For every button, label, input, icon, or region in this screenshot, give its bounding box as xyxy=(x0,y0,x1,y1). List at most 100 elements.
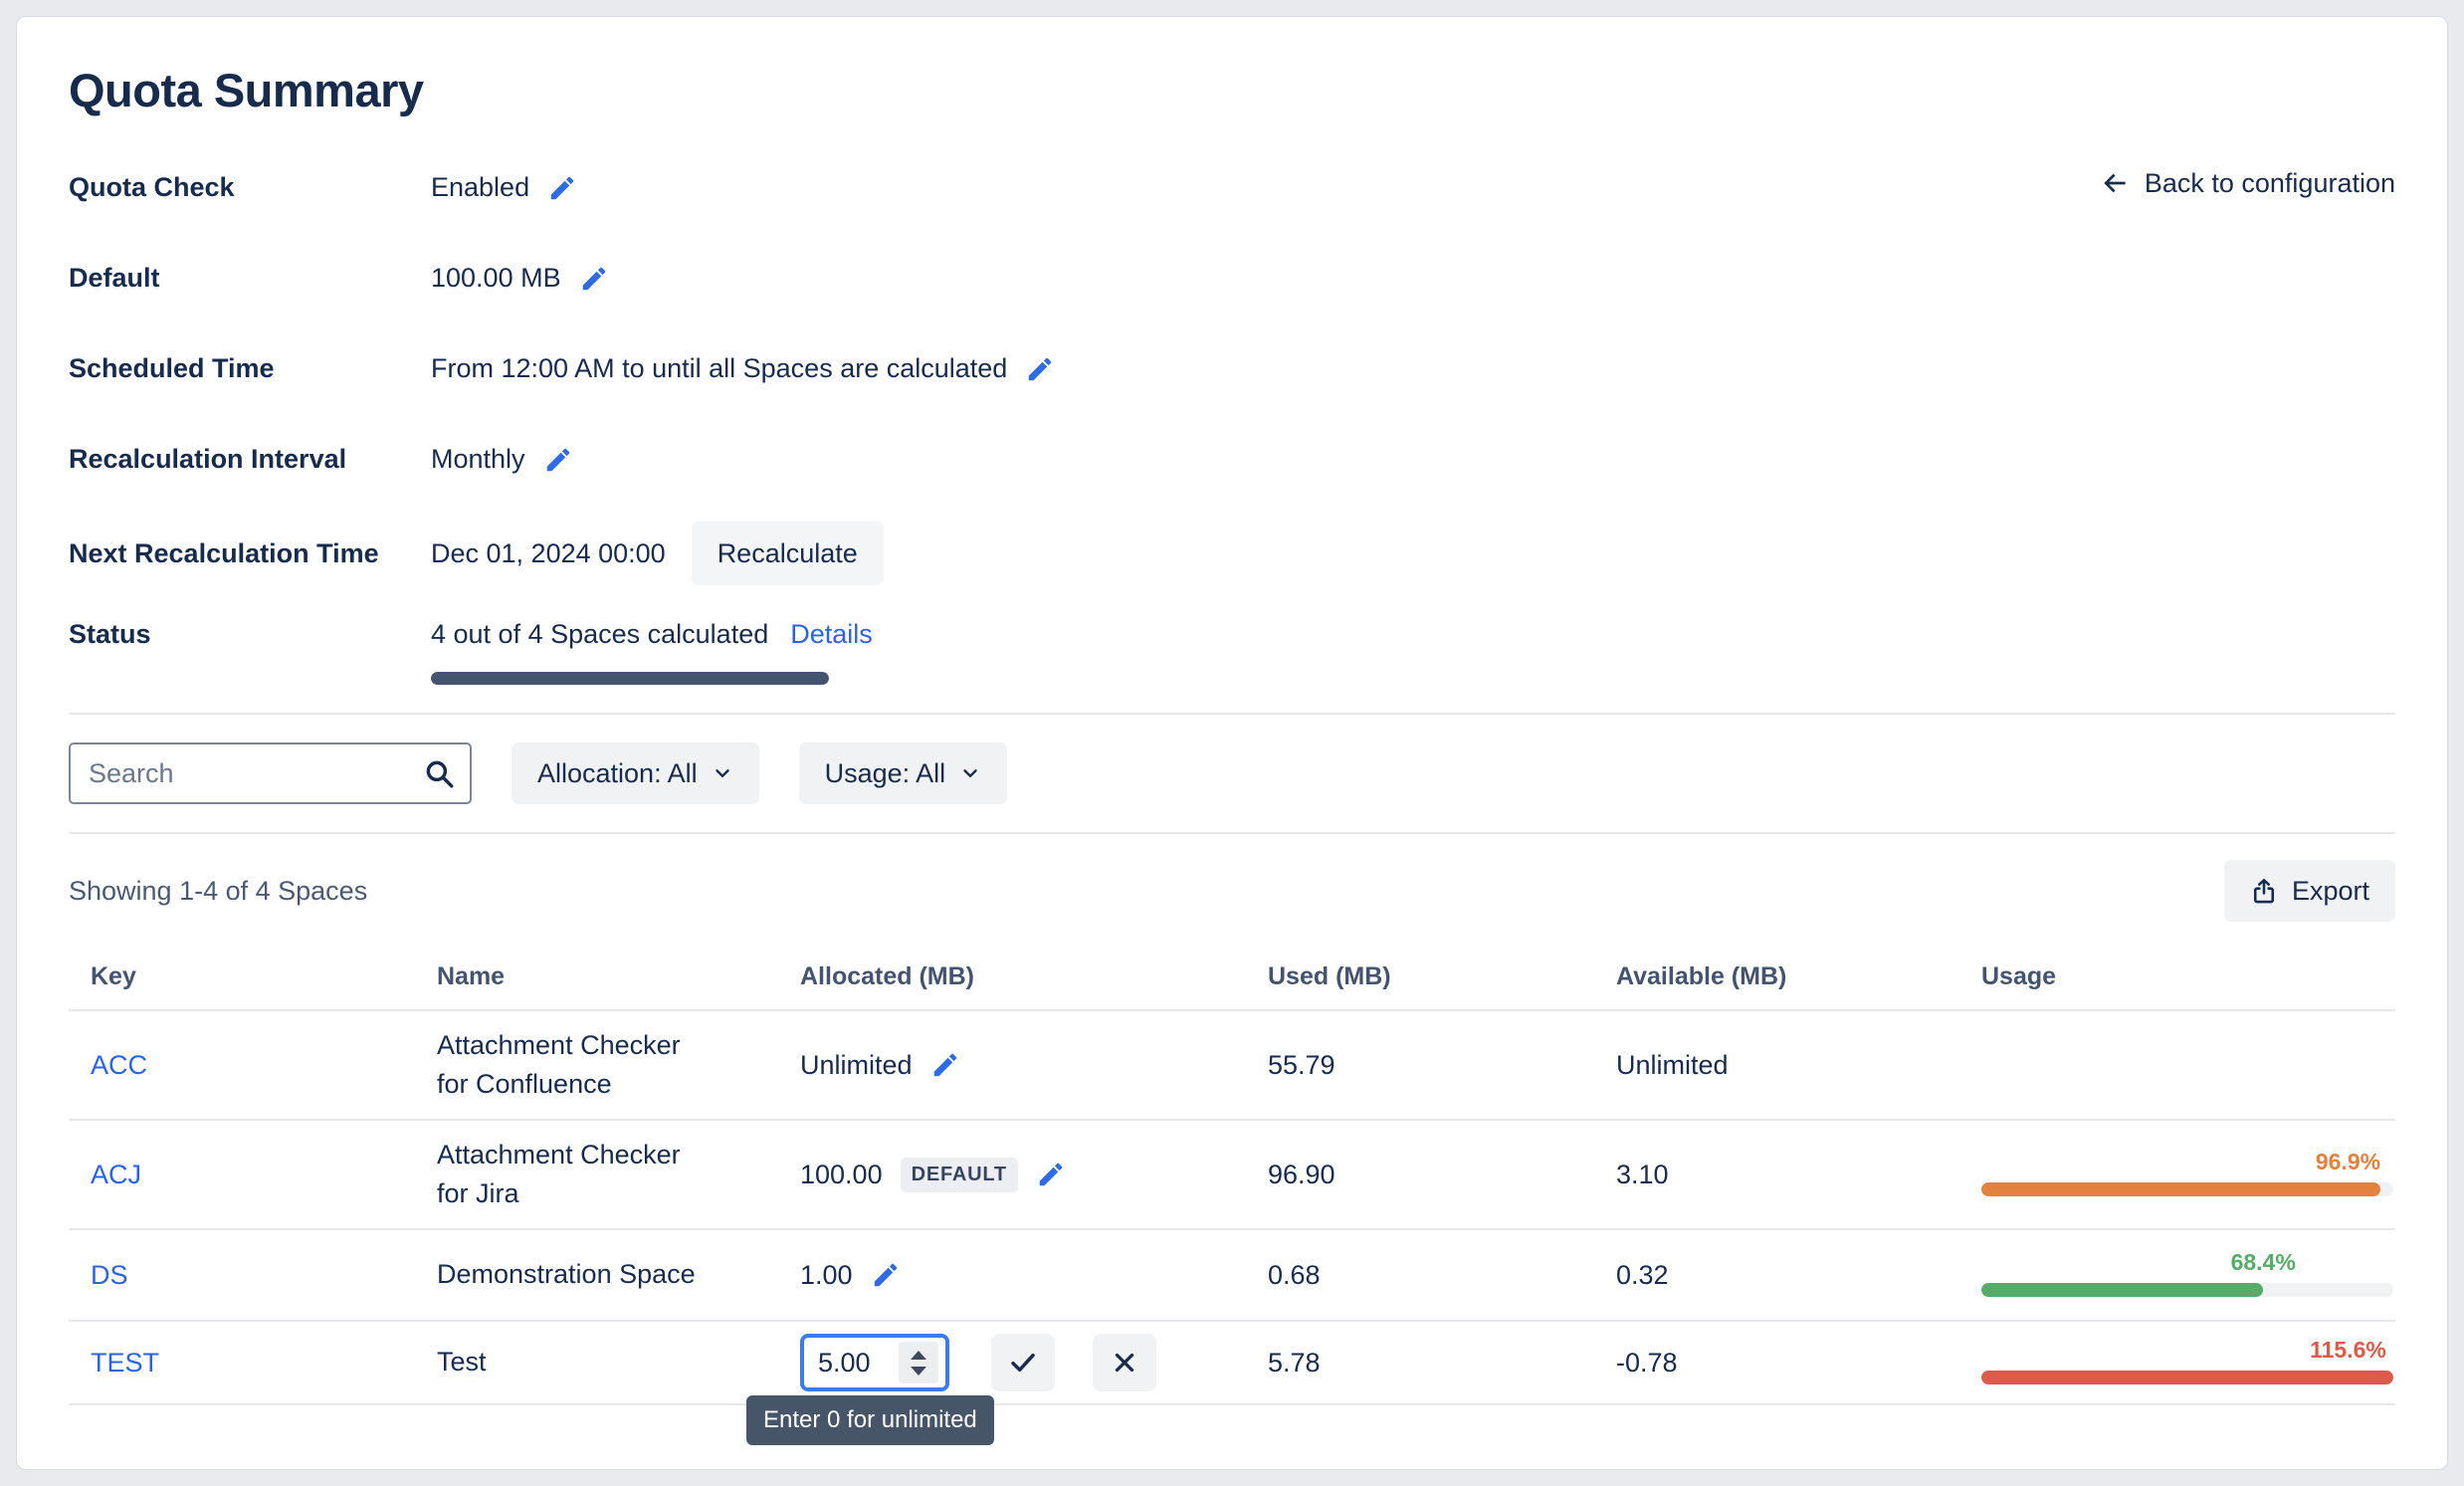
allocated-edit-field xyxy=(800,1334,949,1391)
allocation-filter-dropdown[interactable]: Allocation: All xyxy=(512,743,759,804)
column-header-used: Used (MB) xyxy=(1268,961,1391,990)
space-name: Demonstration Space xyxy=(437,1259,696,1290)
section-divider xyxy=(69,832,2395,834)
usage-bar-track xyxy=(1981,1283,2393,1297)
available-value: 3.10 xyxy=(1616,1159,1669,1189)
search-icon xyxy=(422,756,456,795)
search-input[interactable] xyxy=(69,743,472,804)
allocated-value: Unlimited xyxy=(800,1049,913,1080)
export-button[interactable]: Export xyxy=(2223,860,2395,922)
edit-pencil-icon[interactable] xyxy=(930,1050,960,1080)
input-tooltip: Enter 0 for unlimited xyxy=(746,1395,994,1445)
field-label: Scheduled Time xyxy=(69,353,275,383)
available-value: Unlimited xyxy=(1616,1049,1729,1080)
usage-meter: 68.4% xyxy=(1981,1249,2393,1301)
recalculate-button[interactable]: Recalculate xyxy=(691,522,884,585)
edit-pencil-icon[interactable] xyxy=(1025,354,1055,384)
showing-count-text: Showing 1-4 of 4 Spaces xyxy=(69,875,368,906)
column-header-allocated: Allocated (MB) xyxy=(800,961,974,990)
field-scheduled-time: Scheduled Time From 12:00 AM to until al… xyxy=(69,340,2395,397)
arrow-left-icon xyxy=(2099,167,2131,199)
allocation-filter-label: Allocation: All xyxy=(537,757,698,788)
used-value: 0.68 xyxy=(1268,1259,1321,1290)
next-recalculation-value: Dec 01, 2024 00:00 xyxy=(431,537,666,568)
usage-filter-dropdown[interactable]: Usage: All xyxy=(798,743,1008,804)
space-key-link[interactable]: ACJ xyxy=(91,1160,141,1189)
edit-pencil-icon[interactable] xyxy=(543,445,573,475)
available-value: -0.78 xyxy=(1616,1347,1678,1378)
used-value: 55.79 xyxy=(1268,1049,1335,1080)
back-link-label: Back to configuration xyxy=(2144,167,2395,198)
table-row: TEST Test Enter 0 for unlimited xyxy=(69,1322,2395,1445)
space-key-link[interactable]: TEST xyxy=(91,1348,159,1378)
edit-pencil-icon[interactable] xyxy=(1036,1160,1066,1189)
edit-pencil-icon[interactable] xyxy=(547,173,577,203)
summary-fields: Back to configuration Quota Check Enable… xyxy=(69,159,2395,685)
status-progress-bar xyxy=(431,672,829,685)
page-title: Quota Summary xyxy=(69,64,424,116)
default-value: 100.00 MB xyxy=(431,263,561,293)
table-row: ACC Attachment Checker for Confluence Un… xyxy=(69,1011,2395,1121)
field-label: Default xyxy=(69,263,160,293)
used-value: 96.90 xyxy=(1268,1159,1335,1189)
status-details-link[interactable]: Details xyxy=(790,619,873,650)
usage-bar-track xyxy=(1981,1371,2393,1384)
field-label: Quota Check xyxy=(69,172,235,202)
field-status: Status 4 out of 4 Spaces calculated Deta… xyxy=(69,619,2395,685)
table-row: DS Demonstration Space 1.00 0.68 0.32 68… xyxy=(69,1230,2395,1322)
space-name: Test xyxy=(437,1347,487,1378)
quota-summary-card: Quota Summary Back to configuration Quot… xyxy=(16,16,2448,1470)
stepper-down-icon xyxy=(911,1366,926,1376)
edit-pencil-icon[interactable] xyxy=(579,264,609,294)
field-quota-check: Quota Check Enabled xyxy=(69,159,2395,216)
confirm-button[interactable] xyxy=(991,1334,1055,1391)
scheduled-time-value: From 12:00 AM to until all Spaces are ca… xyxy=(431,353,1008,383)
usage-bar-fill xyxy=(1981,1182,2381,1196)
available-value: 0.32 xyxy=(1616,1259,1669,1290)
usage-percent-label: 96.9% xyxy=(2315,1149,2381,1174)
allocated-value: 100.00 xyxy=(800,1159,883,1189)
field-recalculation-interval: Recalculation Interval Monthly xyxy=(69,431,2395,488)
column-header-key: Key xyxy=(91,961,136,990)
field-label: Next Recalculation Time xyxy=(69,537,379,568)
number-stepper[interactable] xyxy=(899,1342,938,1383)
usage-bar-fill xyxy=(1981,1283,2264,1297)
usage-percent-label: 115.6% xyxy=(2310,1337,2386,1363)
space-key-link[interactable]: ACC xyxy=(91,1050,147,1080)
quota-check-value: Enabled xyxy=(431,172,530,202)
usage-percent-label: 68.4% xyxy=(2230,1249,2296,1275)
column-header-available: Available (MB) xyxy=(1616,961,1787,990)
status-value: 4 out of 4 Spaces calculated xyxy=(431,619,769,649)
allocated-input[interactable] xyxy=(818,1347,890,1379)
section-divider xyxy=(69,713,2395,715)
back-to-configuration-link[interactable]: Back to configuration xyxy=(2099,167,2395,199)
export-icon xyxy=(2250,877,2278,905)
chevron-down-icon xyxy=(959,762,981,784)
usage-bar-track xyxy=(1981,1182,2393,1196)
space-key-link[interactable]: DS xyxy=(91,1260,128,1290)
edit-pencil-icon[interactable] xyxy=(871,1260,901,1290)
field-next-recalculation: Next Recalculation Time Dec 01, 2024 00:… xyxy=(69,522,2395,585)
column-header-name: Name xyxy=(437,961,506,990)
column-header-usage: Usage xyxy=(1981,961,2057,990)
usage-filter-label: Usage: All xyxy=(824,757,946,788)
table-row: ACJ Attachment Checker for Jira 100.00 D… xyxy=(69,1121,2395,1230)
list-header: Showing 1-4 of 4 Spaces Export xyxy=(69,860,2395,922)
usage-meter: 115.6% xyxy=(1981,1337,2393,1388)
chevron-down-icon xyxy=(712,762,733,784)
field-label: Recalculation Interval xyxy=(69,444,347,474)
default-badge: DEFAULT xyxy=(900,1157,1018,1192)
field-label: Status xyxy=(69,619,151,649)
spaces-table: Key Name Allocated (MB) Used (MB) Availa… xyxy=(69,944,2395,1445)
space-name: Attachment Checker for Confluence xyxy=(437,1029,681,1099)
recalculation-interval-value: Monthly xyxy=(431,444,525,474)
stepper-up-icon xyxy=(911,1350,926,1360)
field-default: Default 100.00 MB xyxy=(69,250,2395,307)
usage-bar-fill xyxy=(1981,1371,2393,1384)
export-label: Export xyxy=(2291,875,2369,906)
cancel-button[interactable] xyxy=(1093,1334,1156,1391)
filter-toolbar: Allocation: All Usage: All xyxy=(69,743,2395,804)
allocated-value: 1.00 xyxy=(800,1259,853,1290)
status-progress-fill xyxy=(431,672,829,685)
used-value: 5.78 xyxy=(1268,1347,1321,1378)
